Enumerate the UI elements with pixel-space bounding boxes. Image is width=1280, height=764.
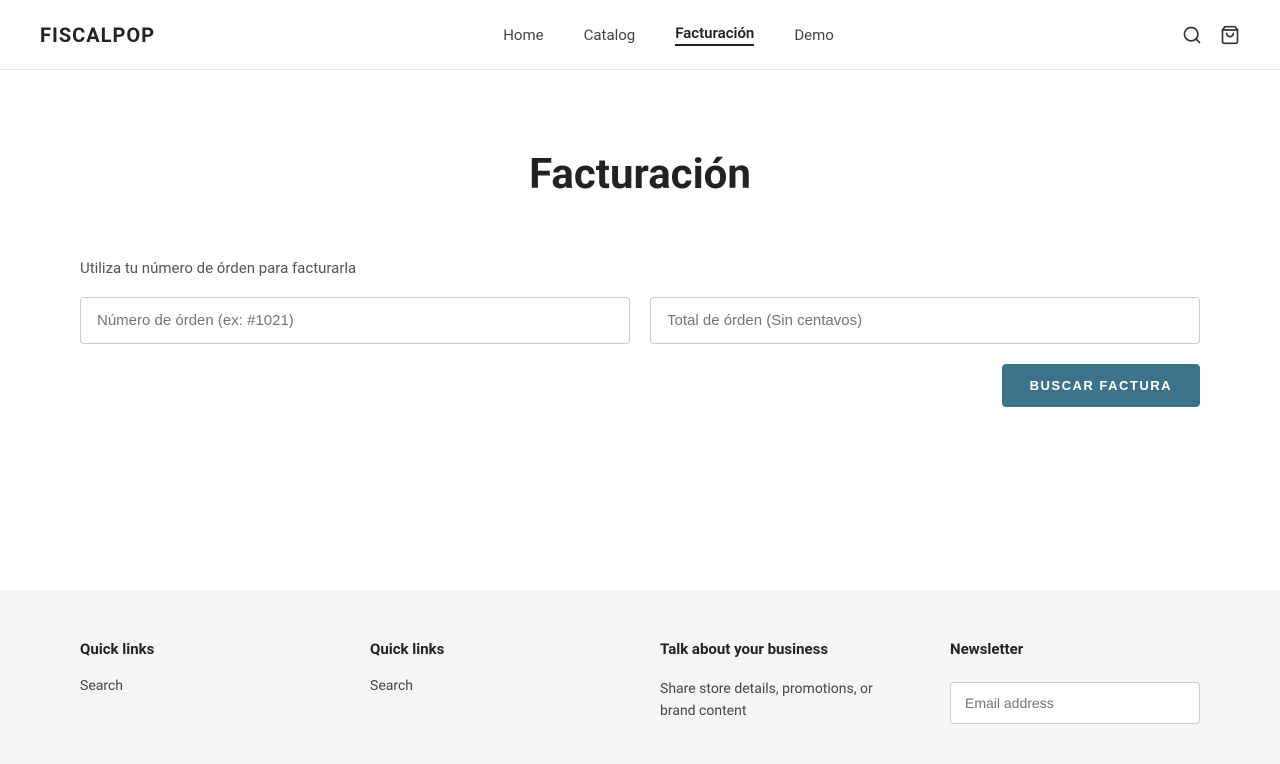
page-title: Facturación [80, 150, 1200, 199]
nav-home[interactable]: Home [503, 26, 543, 44]
site-footer: Quick links Search Quick links Search Ta… [0, 590, 1280, 764]
cart-icon [1220, 25, 1240, 45]
nav-demo[interactable]: Demo [794, 26, 834, 44]
cart-icon-button[interactable] [1220, 25, 1240, 45]
form-subtitle: Utiliza tu número de órden para facturar… [80, 259, 1200, 277]
footer-col-1-heading: Quick links [80, 640, 330, 658]
header-icons [1182, 25, 1240, 45]
main-nav: Home Catalog Facturación Demo [503, 24, 834, 46]
nav-facturacion[interactable]: Facturación [675, 24, 754, 46]
order-total-input[interactable] [650, 297, 1200, 344]
factura-form-row [80, 297, 1200, 344]
footer-col-2-search-link[interactable]: Search [370, 678, 620, 694]
footer-grid: Quick links Search Quick links Search Ta… [80, 640, 1200, 724]
newsletter-email-input[interactable] [950, 682, 1200, 724]
footer-col-2-heading: Quick links [370, 640, 620, 658]
footer-col-1: Quick links Search [80, 640, 330, 724]
search-icon-button[interactable] [1182, 25, 1202, 45]
nav-catalog[interactable]: Catalog [584, 26, 636, 44]
search-icon [1182, 25, 1202, 45]
footer-col-1-search-link[interactable]: Search [80, 678, 330, 694]
footer-col-4: Newsletter [950, 640, 1200, 724]
footer-col-3: Talk about your business Share store det… [660, 640, 910, 724]
footer-col-3-heading: Talk about your business [660, 640, 910, 658]
search-button-row: BUSCAR FACTURA [80, 364, 1200, 407]
order-number-input[interactable] [80, 297, 630, 344]
footer-col-2: Quick links Search [370, 640, 620, 724]
footer-col-3-description: Share store details, promotions, or bran… [660, 678, 910, 723]
footer-col-4-heading: Newsletter [950, 640, 1200, 658]
logo: FISCALPOP [40, 23, 155, 47]
buscar-factura-button[interactable]: BUSCAR FACTURA [1002, 364, 1200, 407]
